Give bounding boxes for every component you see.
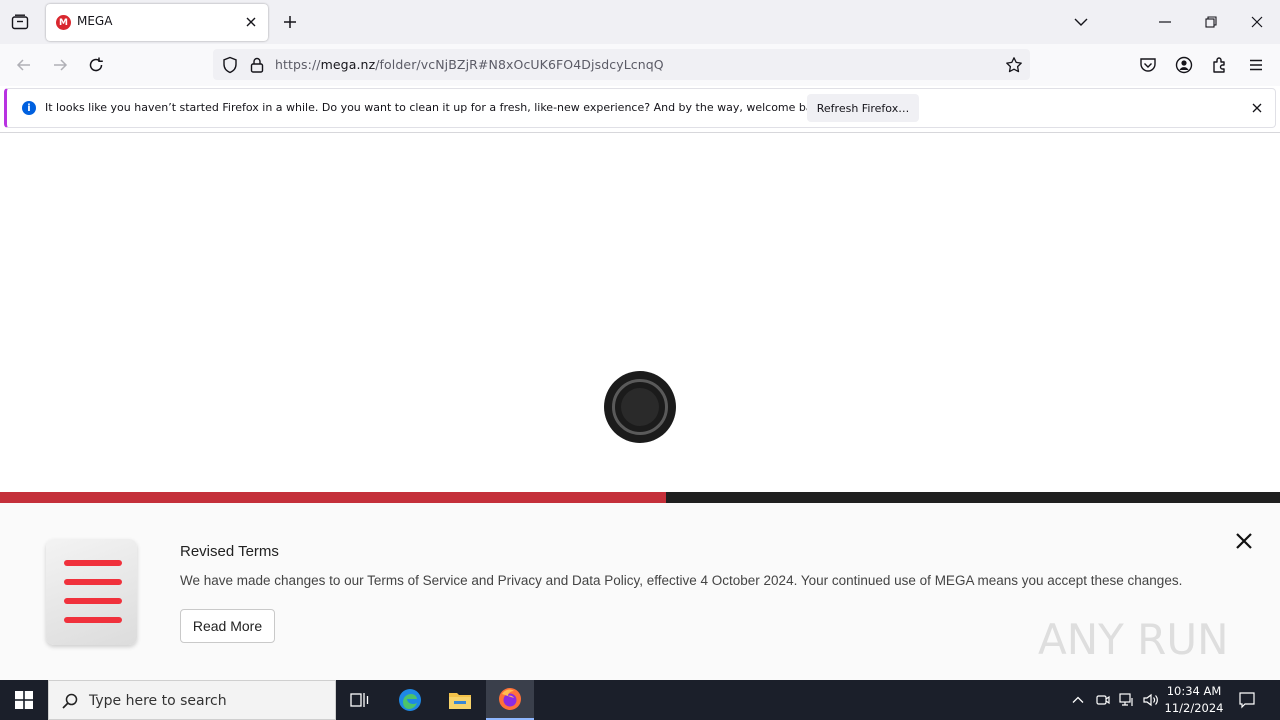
watermark-text: ANY RUN xyxy=(1038,615,1229,664)
notification-message: It looks like you haven’t started Firefo… xyxy=(45,101,830,114)
windows-taskbar: Type here to search 10:34 AM 11/2/2024 xyxy=(0,680,1280,720)
windows-start-icon[interactable] xyxy=(0,680,48,720)
meet-now-icon[interactable] xyxy=(1094,691,1112,709)
forward-icon[interactable] xyxy=(50,55,70,75)
close-tab-icon[interactable] xyxy=(242,13,260,31)
refresh-firefox-button[interactable]: Refresh Firefox… xyxy=(807,94,919,122)
read-more-button[interactable]: Read More xyxy=(180,609,275,643)
network-icon[interactable] xyxy=(1118,691,1136,709)
menu-hamburger-icon[interactable] xyxy=(1246,55,1266,75)
terms-title: Revised Terms xyxy=(180,543,279,560)
close-terms-icon[interactable] xyxy=(1234,531,1254,551)
file-explorer-icon[interactable] xyxy=(436,680,484,720)
close-notification-icon[interactable] xyxy=(1249,100,1265,116)
search-icon xyxy=(61,692,79,710)
list-all-tabs-icon[interactable] xyxy=(1070,12,1092,32)
spinner-core xyxy=(621,388,659,426)
account-icon[interactable] xyxy=(1174,55,1194,75)
loading-spinner xyxy=(604,371,676,443)
firefox-view-icon[interactable] xyxy=(8,11,32,33)
volume-icon[interactable] xyxy=(1142,691,1160,709)
reload-icon[interactable] xyxy=(86,55,106,75)
url-host: mega.nz xyxy=(320,57,376,72)
clock-time: 10:34 AM xyxy=(1166,684,1222,698)
bookmark-star-icon[interactable] xyxy=(1005,56,1023,74)
search-placeholder: Type here to search xyxy=(89,693,227,709)
anyrun-watermark: ANY RUN xyxy=(1038,609,1238,669)
pocket-icon[interactable] xyxy=(1138,55,1158,75)
url-bar[interactable]: https://mega.nz/folder/vcNjBZjR#N8xOcUK6… xyxy=(213,49,1030,80)
tab-strip: M MEGA xyxy=(0,0,1280,44)
loading-progress-fill xyxy=(0,492,666,503)
minimize-icon[interactable] xyxy=(1154,12,1176,32)
refresh-firefox-notification: i It looks like you haven’t started Fire… xyxy=(4,88,1276,128)
new-tab-icon[interactable] xyxy=(280,12,300,32)
clock[interactable]: 10:34 AM 11/2/2024 xyxy=(1160,683,1228,717)
task-view-icon[interactable] xyxy=(336,680,384,720)
clock-date: 11/2/2024 xyxy=(1164,701,1224,715)
firefox-taskbar-icon[interactable] xyxy=(486,680,534,720)
terms-body: We have made changes to our Terms of Ser… xyxy=(180,573,1183,588)
url-prefix: https:// xyxy=(275,57,321,72)
url-text[interactable]: https://mega.nz/folder/vcNjBZjR#N8xOcUK6… xyxy=(275,57,664,72)
loading-progress-bar xyxy=(0,492,1280,503)
back-icon[interactable] xyxy=(14,55,34,75)
notifications-icon[interactable] xyxy=(1238,691,1256,709)
close-window-icon[interactable] xyxy=(1246,12,1268,32)
lock-icon[interactable] xyxy=(248,56,266,74)
taskbar-search-box[interactable]: Type here to search xyxy=(48,680,336,720)
terms-document-icon xyxy=(46,539,137,645)
revised-terms-banner: Revised Terms We have made changes to ou… xyxy=(0,503,1280,680)
url-path: /folder/vcNjBZjR#N8xOcUK6FO4DjsdcyLcnqQ xyxy=(375,57,664,72)
tab-mega[interactable]: M MEGA xyxy=(46,4,268,41)
restore-icon[interactable] xyxy=(1200,12,1222,32)
mega-favicon-icon: M xyxy=(56,15,71,30)
navigation-bar: https://mega.nz/folder/vcNjBZjR#N8xOcUK6… xyxy=(0,44,1280,86)
show-hidden-icons-icon[interactable] xyxy=(1070,692,1086,708)
tracking-protection-shield-icon[interactable] xyxy=(221,56,239,74)
extensions-icon[interactable] xyxy=(1210,55,1230,75)
info-icon: i xyxy=(22,101,36,115)
tab-title: MEGA xyxy=(77,14,113,28)
edge-browser-icon[interactable] xyxy=(386,680,434,720)
content-divider xyxy=(0,132,1280,133)
